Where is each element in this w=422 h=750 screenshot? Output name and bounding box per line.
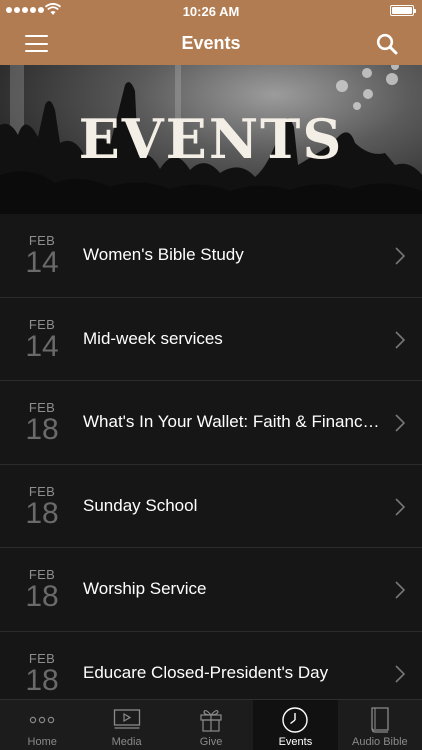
chevron-right-icon bbox=[395, 497, 405, 516]
event-title: Worship Service bbox=[83, 579, 207, 598]
tab-give[interactable]: Give bbox=[169, 700, 253, 750]
tab-label: Home bbox=[27, 736, 57, 748]
tab-audio-bible[interactable]: Audio Bible bbox=[338, 700, 422, 750]
clock-icon bbox=[282, 707, 309, 733]
event-row[interactable]: FEB 18 Sunday School bbox=[0, 464, 422, 548]
page-title: Events bbox=[181, 33, 241, 53]
event-title: Women's Bible Study bbox=[83, 245, 244, 264]
status-time: 10:26 AM bbox=[182, 4, 240, 19]
events-hero-banner: EVENTS bbox=[0, 65, 422, 214]
event-day: 14 bbox=[25, 329, 59, 363]
chevron-right-icon bbox=[395, 330, 405, 349]
event-title: Sunday School bbox=[83, 495, 198, 515]
event-title: What's In Your Wallet: Faith & Finance..… bbox=[83, 412, 383, 431]
chevron-right-icon bbox=[395, 247, 405, 265]
chevron-right-icon bbox=[395, 414, 405, 432]
event-date: FEB 18 bbox=[24, 567, 60, 613]
tab-label: Events bbox=[278, 736, 313, 748]
event-day: 18 bbox=[25, 496, 59, 530]
event-date: FEB 18 bbox=[24, 651, 60, 697]
tab-media[interactable]: Media bbox=[84, 700, 168, 750]
event-row[interactable]: FEB 18 What's In Your Wallet: Faith & Fi… bbox=[0, 381, 422, 465]
events-list: FEB 14 Women's Bible Study FEB 14 Mid-we… bbox=[0, 214, 422, 700]
tab-label: Give bbox=[199, 736, 223, 748]
status-bar: 10:26 AM bbox=[0, 0, 422, 22]
video-icon bbox=[113, 709, 140, 729]
event-day: 18 bbox=[25, 663, 59, 697]
event-date: FEB 14 bbox=[24, 317, 60, 363]
event-row[interactable]: FEB 18 Worship Service bbox=[0, 548, 422, 632]
book-icon bbox=[371, 707, 389, 733]
event-date: FEB 18 bbox=[24, 400, 60, 446]
event-row[interactable]: FEB 18 Educare Closed-President's Day bbox=[0, 631, 422, 700]
tab-label: Media bbox=[111, 736, 142, 748]
search-icon[interactable] bbox=[376, 33, 398, 55]
tab-events[interactable]: Events bbox=[253, 700, 338, 750]
event-title: Mid-week services bbox=[83, 328, 223, 348]
navigation-bar: Events bbox=[0, 22, 422, 65]
battery-icon bbox=[390, 5, 416, 16]
event-date: FEB 14 bbox=[24, 233, 60, 279]
event-day: 18 bbox=[25, 580, 59, 613]
event-row[interactable]: FEB 14 Mid-week services bbox=[0, 297, 422, 381]
event-title: Educare Closed-President's Day bbox=[83, 662, 329, 682]
event-day: 18 bbox=[25, 413, 59, 446]
event-day: 14 bbox=[25, 246, 59, 279]
hero-heading: EVENTS bbox=[78, 107, 344, 171]
tab-home[interactable]: Home bbox=[0, 700, 84, 750]
more-dots-icon bbox=[30, 716, 55, 724]
tab-label: Audio Bible bbox=[352, 736, 408, 748]
event-row[interactable]: FEB 14 Women's Bible Study bbox=[0, 214, 422, 298]
chevron-right-icon bbox=[395, 664, 405, 683]
tab-bar: Home Media Give Events Audio Bible bbox=[0, 699, 422, 750]
event-date: FEB 18 bbox=[24, 484, 60, 530]
chevron-right-icon bbox=[395, 581, 405, 599]
gift-icon bbox=[200, 709, 222, 732]
